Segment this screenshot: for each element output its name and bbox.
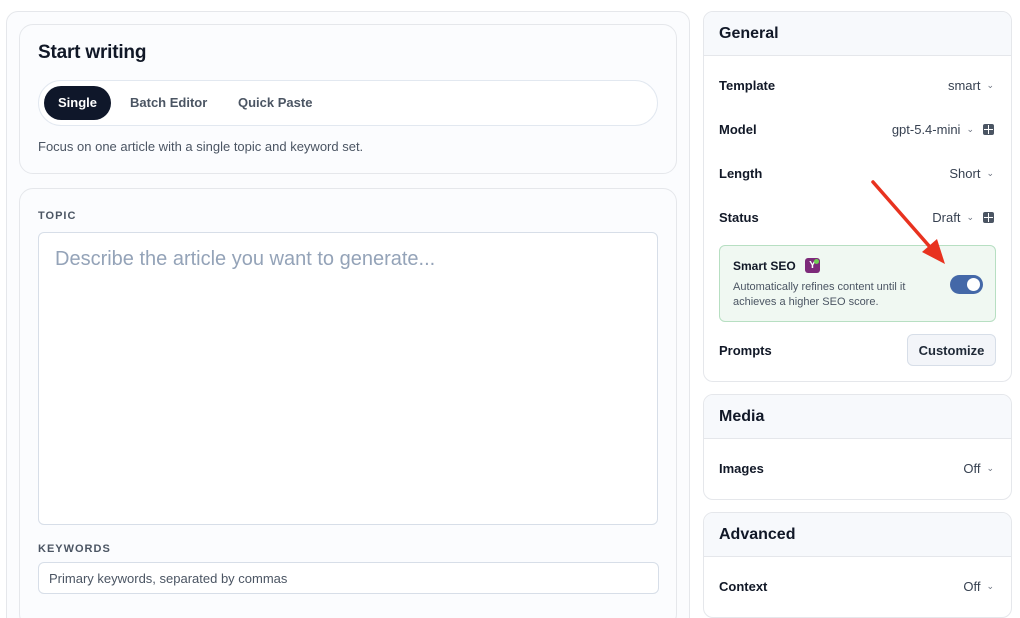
status-select[interactable]: Draft ⌄ (932, 210, 994, 225)
model-select[interactable]: gpt-5.4-mini ⌄ (892, 122, 994, 137)
keywords-input[interactable] (38, 562, 659, 594)
general-panel-title: General (704, 12, 1011, 56)
mode-tabs: Single Batch Editor Quick Paste (38, 80, 658, 126)
context-value: Off (963, 578, 981, 594)
topic-input[interactable] (38, 232, 658, 525)
media-panel-title: Media (704, 395, 1011, 439)
smart-seo-box: Smart SEO Y Automatically refines conten… (719, 245, 996, 322)
chevron-down-icon: ⌄ (966, 211, 974, 222)
yoast-icon: Y (805, 258, 820, 273)
model-label: Model (719, 121, 757, 137)
template-row: Template smart ⌄ (719, 75, 994, 95)
advanced-panel-title: Advanced (704, 513, 1011, 557)
topic-label: TOPIC (38, 210, 77, 222)
topic-card: TOPIC KEYWORDS (19, 188, 677, 618)
toggle-knob (967, 278, 980, 291)
context-select[interactable]: Off ⌄ (963, 579, 994, 594)
smart-seo-toggle[interactable] (950, 275, 983, 294)
chevron-down-icon: ⌄ (966, 123, 974, 134)
smart-seo-description: Automatically refines content until it a… (733, 281, 906, 308)
start-writing-card: Start writing Single Batch Editor Quick … (19, 24, 677, 174)
template-select[interactable]: smart ⌄ (948, 78, 994, 93)
customize-button[interactable]: Customize (907, 334, 996, 366)
images-select[interactable]: Off ⌄ (963, 461, 994, 476)
chevron-down-icon: ⌄ (986, 580, 994, 591)
general-panel: General Template smart ⌄ Model gpt-5.4-m… (703, 11, 1012, 382)
length-label: Length (719, 165, 763, 181)
grid-settings-icon[interactable] (983, 123, 994, 135)
context-label: Context (719, 578, 768, 594)
tab-single[interactable]: Single (44, 86, 112, 120)
chevron-down-icon: ⌄ (986, 462, 994, 473)
prompts-label: Prompts (719, 342, 772, 358)
model-row: Model gpt-5.4-mini ⌄ (719, 119, 994, 139)
chevron-down-icon: ⌄ (986, 167, 994, 178)
images-label: Images (719, 460, 764, 476)
tab-batch-editor[interactable]: Batch Editor (116, 86, 221, 120)
length-select[interactable]: Short ⌄ (949, 166, 994, 181)
media-panel: Media Images Off ⌄ (703, 394, 1012, 500)
smart-seo-title: Smart SEO (733, 259, 796, 273)
mode-description: Focus on one article with a single topic… (38, 139, 364, 154)
status-value: Draft (932, 209, 961, 225)
tab-quick-paste[interactable]: Quick Paste (224, 86, 326, 120)
images-row: Images Off ⌄ (719, 458, 994, 478)
template-label: Template (719, 77, 776, 93)
context-row: Context Off ⌄ (719, 576, 994, 596)
status-row: Status Draft ⌄ (719, 207, 994, 227)
grid-settings-icon[interactable] (983, 211, 994, 223)
model-value: gpt-5.4-mini (891, 121, 961, 137)
keywords-label: KEYWORDS (38, 543, 111, 555)
length-row: Length Short ⌄ (719, 163, 994, 183)
length-value: Short (949, 165, 981, 181)
status-label: Status (719, 209, 759, 225)
prompts-row: Prompts (719, 340, 772, 360)
template-value: smart (947, 77, 981, 93)
advanced-panel: Advanced Context Off ⌄ (703, 512, 1012, 618)
page-title: Start writing (38, 42, 147, 63)
images-value: Off (963, 460, 981, 476)
chevron-down-icon: ⌄ (986, 79, 994, 90)
